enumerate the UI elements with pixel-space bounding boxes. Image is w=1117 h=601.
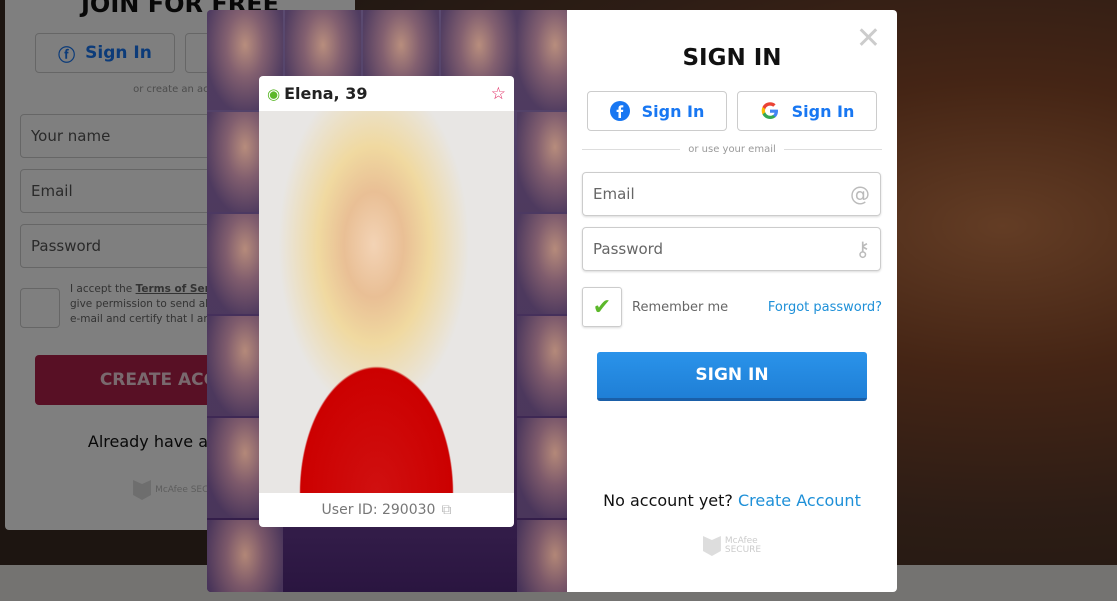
google-signin-button[interactable]: Sign In (737, 91, 877, 131)
profile-collage: ◉ Elena, 39 ☆ User ID: 290030 ⧉ (207, 10, 567, 592)
signin-panel: ✕ SIGN IN Sign In Sign In or use your em… (567, 10, 897, 592)
key-icon: ⚷ (855, 237, 870, 261)
star-icon[interactable]: ☆ (491, 84, 506, 104)
email-field-wrap: @ (582, 172, 881, 216)
facebook-signin-button[interactable]: Sign In (587, 91, 727, 131)
signin-modal: ◉ Elena, 39 ☆ User ID: 290030 ⧉ ✕ SIGN IN S… (207, 10, 897, 592)
user-id: User ID: 290030 (321, 502, 436, 518)
facebook-icon (609, 101, 630, 121)
forgot-password-link[interactable]: Forgot password? (768, 300, 882, 315)
signin-title: SIGN IN (682, 45, 782, 71)
google-icon (761, 102, 778, 119)
copy-icon[interactable]: ⧉ (441, 502, 451, 518)
webcam-icon: ◉ (267, 84, 281, 103)
profile-name: Elena, 39 (284, 84, 368, 103)
checkmark-icon: ✔ (592, 294, 612, 320)
profile-photo[interactable] (259, 111, 514, 493)
signin-submit-button[interactable]: SIGN IN (597, 352, 867, 401)
mcafee-shield-icon (702, 536, 721, 556)
remember-me-label[interactable]: Remember me (632, 300, 728, 315)
mcafee-badge: McAfee SECURE (567, 536, 897, 556)
profile-card[interactable]: ◉ Elena, 39 ☆ User ID: 290030 ⧉ (259, 76, 514, 527)
no-account-text: No account yet? Create Account (603, 491, 861, 510)
email-input[interactable] (593, 185, 850, 203)
password-field-wrap: ⚷ (582, 227, 881, 271)
password-input[interactable] (593, 240, 856, 258)
remember-me-checkbox[interactable]: ✔ (582, 287, 622, 327)
create-account-link[interactable]: Create Account (738, 491, 861, 510)
at-icon: @ (850, 182, 870, 206)
email-separator: or use your email (582, 144, 882, 155)
